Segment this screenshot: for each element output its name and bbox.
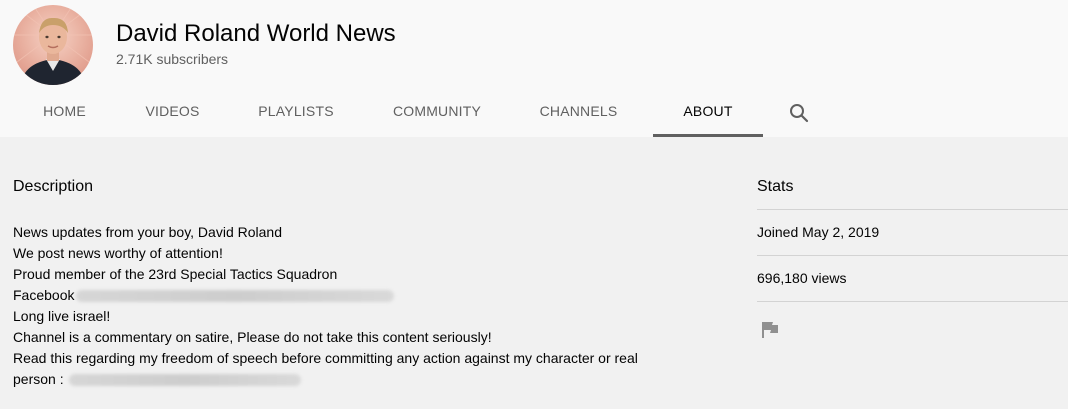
view-count: 696,180 views xyxy=(757,270,847,286)
tab-community[interactable]: COMMUNITY xyxy=(391,86,483,137)
blurred-speech-link[interactable] xyxy=(69,374,302,387)
description-body: News updates from your boy, David Roland… xyxy=(13,222,693,390)
active-tab-underline xyxy=(653,134,763,137)
tab-playlists[interactable]: PLAYLISTS xyxy=(256,86,336,137)
description-line: Facebook xyxy=(13,285,693,306)
channel-tabs: HOME VIDEOS PLAYLISTS COMMUNITY CHANNELS… xyxy=(0,86,1068,137)
tab-videos[interactable]: VIDEOS xyxy=(144,86,201,137)
description-line: News updates from your boy, David Roland xyxy=(13,224,282,240)
description-line: person : xyxy=(13,369,693,390)
stats-divider xyxy=(757,301,1068,302)
description-line: We post news worthy of attention! xyxy=(13,245,223,261)
description-line: Proud member of the 23rd Special Tactics… xyxy=(13,266,338,282)
person-label: person : xyxy=(13,371,68,387)
stats-heading: Stats xyxy=(757,178,794,195)
avatar[interactable] xyxy=(13,5,93,85)
blurred-facebook-link[interactable] xyxy=(76,290,395,303)
subscriber-count: 2.71K subscribers xyxy=(116,51,229,67)
stats-divider xyxy=(757,209,1068,210)
channel-header: David Roland World News 2.71K subscriber… xyxy=(0,0,1068,137)
flag-icon[interactable] xyxy=(761,321,779,339)
stats-divider xyxy=(757,255,1068,256)
facebook-label: Facebook xyxy=(13,287,75,303)
tab-about[interactable]: ABOUT xyxy=(653,86,763,137)
avatar-photo-icon xyxy=(13,5,93,85)
description-line: Channel is a commentary on satire, Pleas… xyxy=(13,329,492,345)
tab-home[interactable]: HOME xyxy=(40,86,89,137)
description-heading: Description xyxy=(13,178,94,195)
joined-date: Joined May 2, 2019 xyxy=(757,224,880,240)
channel-name: David Roland World News xyxy=(116,20,396,47)
search-icon[interactable] xyxy=(787,101,811,125)
tab-channels[interactable]: CHANNELS xyxy=(538,86,619,137)
description-line: Long live israel! xyxy=(13,308,111,324)
description-line: Read this regarding my freedom of speech… xyxy=(13,350,638,366)
